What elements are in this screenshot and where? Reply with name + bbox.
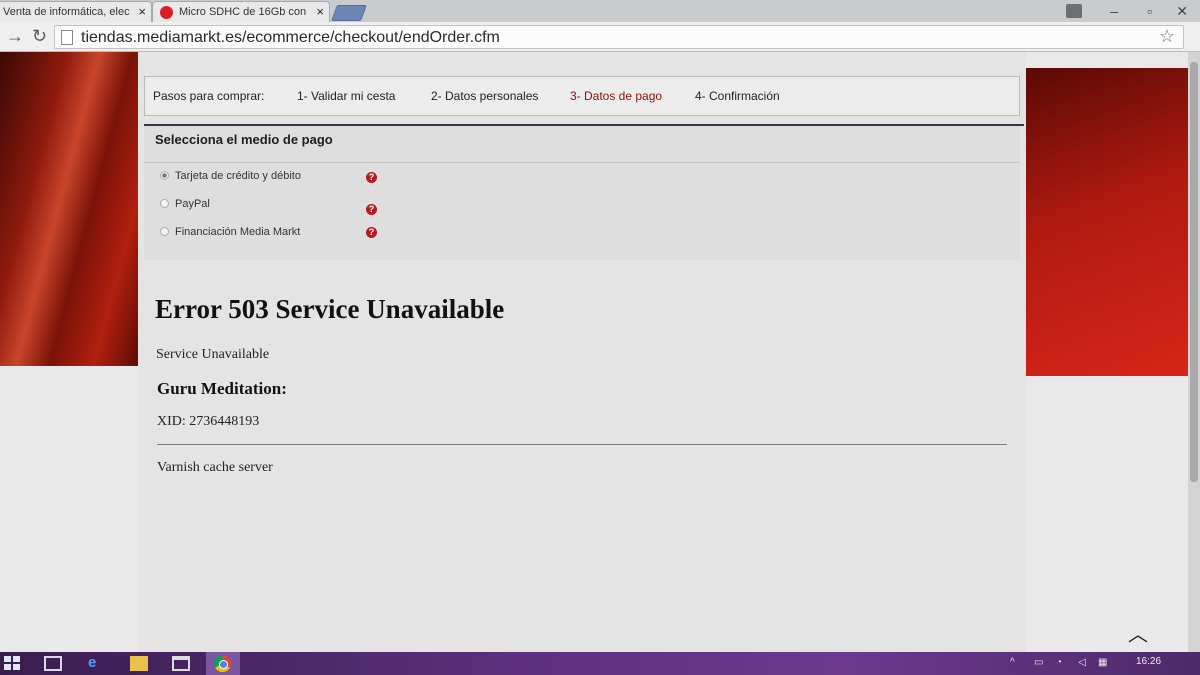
volume-icon[interactable]: ◁ [1078, 657, 1086, 668]
step-validar-cesta[interactable]: 1- Validar mi cesta [297, 89, 395, 103]
checkout-content: Pasos para comprar: 1- Validar mi cesta … [138, 52, 1026, 652]
option-label: PayPal [175, 198, 210, 210]
page-viewport: Pasos para comprar: 1- Validar mi cesta … [0, 52, 1188, 652]
option-label: Financiación Media Markt [175, 226, 301, 238]
payment-divider [144, 162, 1020, 163]
tab-title: Micro SDHC de 16Gb con [179, 6, 307, 18]
mediamarkt-favicon-icon [160, 6, 173, 19]
browser-toolbar: → ↻ tiendas.mediamarkt.es/ecommerce/chec… [0, 22, 1200, 52]
tab-title: Venta de informática, elec [3, 6, 130, 18]
error-heading: Error 503 Service Unavailable [155, 294, 505, 324]
option-label: Tarjeta de crédito y débito [175, 170, 301, 182]
browser-tab-1[interactable]: Venta de informática, elec × [0, 1, 152, 22]
payment-option-paypal[interactable]: PayPal [160, 198, 210, 210]
tray-up-icon[interactable]: ^ [1010, 657, 1015, 668]
tab-close-icon[interactable]: × [316, 4, 324, 19]
background-art-left [0, 52, 138, 366]
network-icon[interactable]: ◔ [1056, 657, 1062, 668]
steps-label: Pasos para comprar: [153, 89, 265, 103]
page-scrollbar[interactable] [1188, 52, 1200, 652]
scrollbar-thumb[interactable] [1190, 62, 1198, 482]
chrome-icon[interactable] [214, 655, 231, 672]
payment-title: Selecciona el medio de pago [155, 132, 333, 147]
background-art-right [1026, 68, 1188, 376]
address-bar[interactable]: tiendas.mediamarkt.es/ecommerce/checkout… [54, 25, 1184, 49]
task-view-icon[interactable] [44, 656, 62, 671]
battery-icon[interactable]: ▭ [1034, 657, 1043, 668]
windows-taskbar: e ^ ▭ ◔ ◁ ▦ 16:26 [0, 652, 1200, 675]
step-datos-personales[interactable]: 2- Datos personales [431, 89, 538, 103]
page-icon [61, 30, 73, 45]
radio-button[interactable] [160, 227, 169, 236]
scroll-to-top-chevron-icon[interactable]: ︿ [1128, 618, 1148, 647]
bookmark-star-icon[interactable]: ☆ [1159, 26, 1175, 47]
radio-button[interactable] [160, 171, 169, 180]
payment-option-card[interactable]: Tarjeta de crédito y débito [160, 170, 301, 182]
url-text: tiendas.mediamarkt.es/ecommerce/checkout… [81, 29, 500, 46]
file-explorer-icon[interactable] [130, 656, 148, 671]
payment-method-panel: Selecciona el medio de pago Tarjeta de c… [144, 126, 1020, 260]
maximize-icon[interactable]: ▫ [1147, 3, 1152, 19]
windows-start-icon[interactable] [4, 656, 22, 671]
help-icon[interactable]: ? [366, 227, 377, 238]
error-footer: Varnish cache server [157, 460, 273, 475]
store-icon[interactable] [172, 656, 190, 671]
edge-icon[interactable]: e [88, 654, 106, 671]
error-message: Service Unavailable [156, 347, 270, 362]
error-subheading: Guru Meditation: [157, 379, 287, 398]
reload-icon[interactable]: ↻ [32, 26, 47, 47]
error-divider [157, 444, 1007, 445]
checkout-steps: Pasos para comprar: 1- Validar mi cesta … [144, 76, 1020, 116]
error-xid: XID: 2736448193 [157, 414, 260, 429]
taskbar-clock[interactable]: 16:26 [1136, 656, 1161, 667]
close-icon[interactable]: ✕ [1176, 3, 1188, 20]
tab-close-icon[interactable]: × [138, 4, 146, 19]
payment-option-financing[interactable]: Financiación Media Markt [160, 226, 300, 238]
back-arrow-icon[interactable]: → [6, 26, 24, 47]
step-datos-pago[interactable]: 3- Datos de pago [570, 89, 662, 103]
step-confirmacion: 4- Confirmación [695, 89, 780, 103]
browser-tab-2[interactable]: Micro SDHC de 16Gb con × [152, 1, 330, 22]
help-icon[interactable]: ? [366, 172, 377, 183]
radio-button[interactable] [160, 199, 169, 208]
user-icon[interactable] [1066, 4, 1082, 18]
minimize-icon[interactable]: – [1110, 3, 1118, 19]
tab-strip: Venta de informática, elec × Micro SDHC … [0, 0, 1200, 22]
keyboard-icon[interactable]: ▦ [1098, 657, 1107, 668]
help-icon[interactable]: ? [366, 204, 377, 215]
new-tab-button[interactable] [331, 5, 367, 21]
